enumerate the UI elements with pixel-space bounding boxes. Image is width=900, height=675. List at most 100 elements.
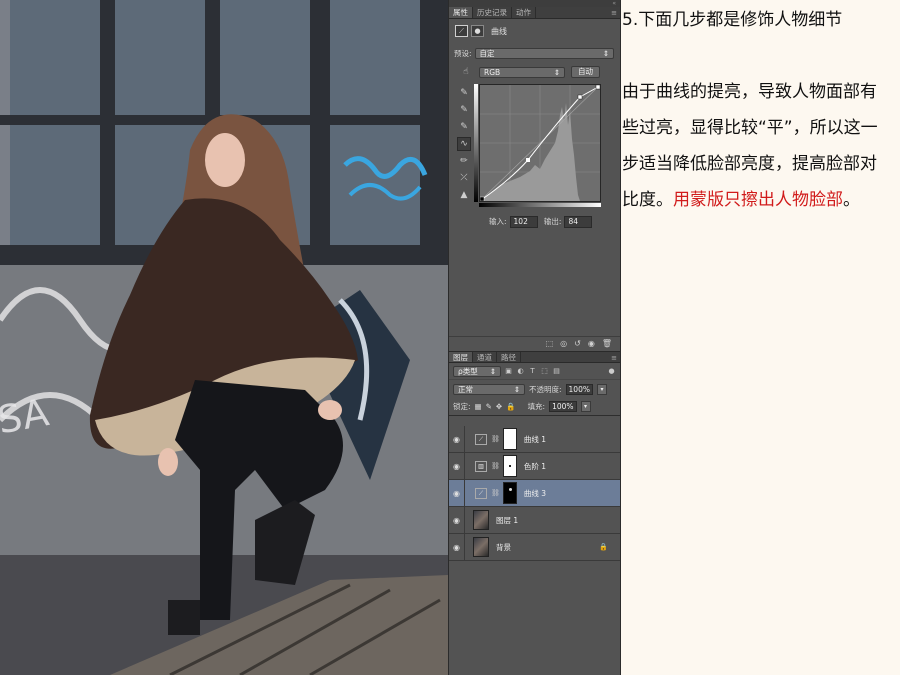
- curve-control-point[interactable]: [577, 94, 583, 100]
- output-field[interactable]: 84: [564, 216, 593, 228]
- curves-layer-icon: ⟋: [475, 487, 487, 499]
- tab-channels[interactable]: 通道: [473, 352, 497, 362]
- svg-text:SA: SA: [0, 390, 52, 442]
- levels-layer-icon: ▥: [475, 460, 487, 472]
- lock-pixels-icon[interactable]: ✎: [486, 402, 492, 411]
- blend-mode-value: 正常: [458, 384, 473, 394]
- layer-mask-thumbnail[interactable]: [502, 428, 517, 450]
- mask-icon[interactable]: ●: [471, 25, 484, 37]
- opacity-dropdown-icon[interactable]: ▾: [596, 383, 607, 395]
- clipping-warning-icon[interactable]: ▲: [457, 188, 471, 202]
- pencil-icon[interactable]: ✏: [457, 154, 471, 168]
- filter-text-icon[interactable]: T: [528, 367, 537, 375]
- layer-mask-thumbnail[interactable]: [502, 482, 517, 504]
- filter-pixel-icon[interactable]: ▣: [504, 367, 513, 375]
- lock-icon: 🔒: [599, 543, 608, 551]
- layer-thumbnail[interactable]: [473, 510, 489, 530]
- curve-control-point[interactable]: [595, 84, 601, 90]
- filter-toggle-icon[interactable]: ●: [607, 367, 616, 375]
- tab-history[interactable]: 历史记录: [473, 7, 512, 18]
- step-description: 由于曲线的提亮，导致人物面部有些过亮，显得比较“平”，所以这一步适当降低脸部亮度…: [622, 74, 892, 218]
- opacity-field[interactable]: 100%: [565, 383, 593, 395]
- eye-icon[interactable]: ◉: [449, 506, 465, 534]
- step-heading: 5.下面几步都是修饰人物细节: [622, 10, 843, 30]
- properties-footer: ⬚ ◎ ↺ ◉ 🗑: [449, 336, 620, 350]
- layer-name[interactable]: 图层 1: [496, 515, 518, 526]
- link-icon[interactable]: ⛓: [491, 489, 500, 497]
- preset-label: 预设:: [454, 49, 472, 58]
- panel-menu-icon[interactable]: ≡: [608, 7, 620, 18]
- clip-to-layer-icon[interactable]: ⬚: [546, 339, 554, 348]
- smooth-icon[interactable]: ⤫: [457, 171, 471, 185]
- curve-point-icon[interactable]: ∿: [457, 137, 471, 151]
- chevron-updown-icon: ⇕: [489, 366, 496, 376]
- eye-icon[interactable]: ◉: [449, 452, 465, 480]
- filter-shape-icon[interactable]: ⬚: [540, 367, 549, 375]
- curve-control-point[interactable]: [526, 158, 530, 162]
- layer-mask-thumbnail[interactable]: [502, 455, 517, 477]
- filter-type-value: ρ类型: [458, 366, 478, 376]
- model-photo: SA: [0, 0, 448, 675]
- fill-field[interactable]: 100%: [549, 401, 577, 412]
- layer-row-background[interactable]: ◉ 背景 🔒: [449, 533, 620, 561]
- layer-name[interactable]: 曲线 1: [524, 434, 546, 445]
- curves-plot[interactable]: [479, 84, 601, 202]
- preset-row: 预设: 自定 ⇕: [454, 48, 614, 59]
- lock-transparency-icon[interactable]: ▦: [475, 402, 482, 411]
- lock-label: 锁定:: [453, 402, 471, 411]
- link-icon[interactable]: ⛓: [491, 435, 500, 443]
- view-previous-icon[interactable]: ◎: [560, 339, 567, 348]
- black-eyedropper-icon[interactable]: ✎: [457, 86, 471, 100]
- tab-paths[interactable]: 路径: [497, 352, 521, 362]
- layer-thumbnail[interactable]: [473, 537, 489, 557]
- collapse-icon[interactable]: «: [612, 0, 616, 7]
- description-end: 。: [843, 190, 860, 210]
- link-icon[interactable]: ⛓: [491, 462, 500, 470]
- panel-collapse-strip[interactable]: «: [449, 0, 620, 7]
- eye-icon[interactable]: ◉: [449, 425, 465, 453]
- layer-name[interactable]: 背景: [496, 542, 511, 553]
- fill-dropdown-icon[interactable]: ▾: [580, 401, 591, 412]
- auto-button[interactable]: 自动: [571, 66, 600, 78]
- trash-icon[interactable]: 🗑: [602, 339, 612, 348]
- hand-adjust-icon[interactable]: ☝: [459, 65, 473, 79]
- lock-position-icon[interactable]: ✥: [496, 402, 502, 411]
- layer-row-layer-1[interactable]: ◉ 图层 1: [449, 506, 620, 534]
- lock-row: 锁定: ▦ ✎ ✥ 🔒 填充: 100% ▾: [449, 398, 620, 416]
- curves-graph[interactable]: [479, 84, 601, 202]
- eye-icon[interactable]: ◉: [449, 533, 465, 561]
- panel-menu-icon[interactable]: ≡: [608, 352, 620, 362]
- channel-row: ☝ RGB ⇕ 自动: [459, 65, 614, 79]
- opacity-label: 不透明度:: [529, 384, 562, 394]
- blend-mode-select[interactable]: 正常 ⇕: [453, 383, 525, 395]
- preset-select[interactable]: 自定 ⇕: [474, 48, 614, 59]
- visibility-icon[interactable]: ◉: [588, 339, 595, 348]
- preset-value: 自定: [479, 49, 495, 58]
- filter-type-select[interactable]: ρ类型 ⇕: [453, 365, 501, 377]
- chevron-updown-icon: ⇕: [513, 384, 520, 394]
- properties-title: 曲线: [491, 26, 507, 36]
- curve-control-point[interactable]: [479, 196, 485, 202]
- layer-name[interactable]: 色阶 1: [524, 461, 546, 472]
- layer-row-levels-1[interactable]: ◉ ▥ ⛓ 色阶 1: [449, 452, 620, 480]
- reset-icon[interactable]: ↺: [574, 339, 581, 348]
- lock-all-icon[interactable]: 🔒: [506, 402, 515, 411]
- input-field[interactable]: 102: [509, 216, 538, 228]
- tab-actions[interactable]: 动作: [512, 7, 536, 18]
- tab-properties[interactable]: 属性: [449, 7, 473, 18]
- channel-value: RGB: [484, 67, 501, 77]
- properties-tab-bar: 属性 历史记录 动作 ≡: [449, 7, 620, 19]
- tab-layers[interactable]: 图层: [449, 352, 473, 362]
- gray-eyedropper-icon[interactable]: ✎: [457, 103, 471, 117]
- channel-select[interactable]: RGB ⇕: [479, 66, 565, 78]
- input-output-row: 输入: 102 输出: 84: [489, 216, 596, 228]
- layers-top-gap: [449, 416, 620, 426]
- curves-adjustment-icon[interactable]: ⟋: [455, 25, 468, 37]
- white-eyedropper-icon[interactable]: ✎: [457, 120, 471, 134]
- layer-name[interactable]: 曲线 3: [524, 488, 546, 499]
- layer-row-curves-3[interactable]: ◉ ⟋ ⛓ 曲线 3: [449, 479, 620, 507]
- layer-row-curves-1[interactable]: ◉ ⟋ ⛓ 曲线 1: [449, 425, 620, 453]
- filter-adjustment-icon[interactable]: ◐: [516, 367, 525, 375]
- eye-icon[interactable]: ◉: [449, 479, 465, 507]
- filter-smart-icon[interactable]: ▤: [552, 367, 561, 375]
